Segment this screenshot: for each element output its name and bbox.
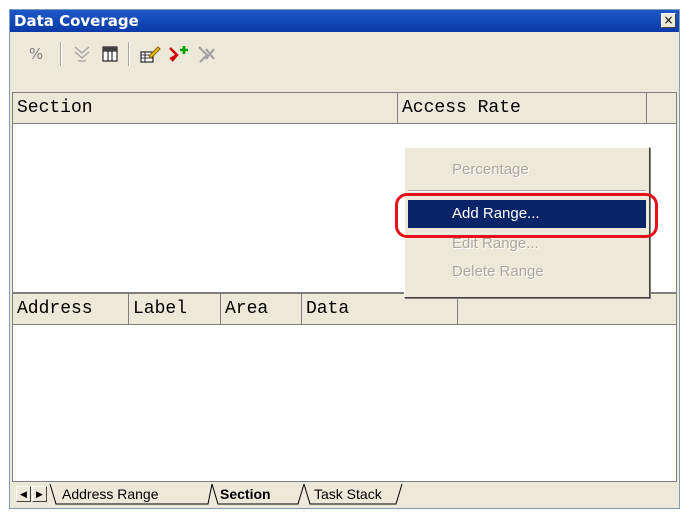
section-table-header: Section Access Rate (13, 93, 676, 124)
tab-section[interactable]: Section (220, 484, 271, 504)
sheet-tab-bar: ◀ ▶ Address Range Section Task Stack (12, 481, 677, 506)
detail-table-header: Address Label Area Data (13, 294, 676, 325)
detail-pane: Address Label Area Data (12, 293, 677, 483)
column-header-area[interactable]: Area (221, 294, 302, 324)
toolbar: % (10, 32, 679, 70)
add-icon (169, 46, 188, 62)
column-header-access-rate[interactable]: Access Rate (398, 93, 647, 123)
column-header-section[interactable]: Section (13, 93, 398, 123)
menu-separator (408, 190, 646, 192)
column-header-address[interactable]: Address (13, 294, 129, 324)
menu-item-percentage[interactable]: Percentage (408, 156, 646, 184)
toolbar-separator (60, 42, 62, 66)
percent-button[interactable]: % (24, 42, 48, 66)
menu-item-delete-range[interactable]: Delete Range (408, 258, 646, 286)
title-bar: Data Coverage × (10, 10, 679, 32)
window-title: Data Coverage (14, 12, 139, 30)
delete-icon (198, 46, 215, 63)
column-header-label[interactable]: Label (129, 294, 221, 324)
column-header-data[interactable]: Data (302, 294, 458, 324)
add-button[interactable] (166, 42, 190, 66)
edit-button[interactable] (138, 42, 162, 66)
percent-icon: % (28, 45, 44, 63)
range-icon (74, 46, 90, 62)
tab-address-range[interactable]: Address Range (62, 484, 159, 504)
tab-task-stack[interactable]: Task Stack (314, 484, 382, 504)
close-button[interactable]: × (661, 13, 676, 28)
table-icon (102, 46, 118, 62)
range-button[interactable] (70, 42, 94, 66)
delete-button[interactable] (194, 42, 218, 66)
annotation-highlight-circle (395, 193, 658, 238)
toolbar-separator (128, 42, 130, 66)
edit-icon (140, 46, 161, 63)
table-button[interactable] (98, 42, 122, 66)
